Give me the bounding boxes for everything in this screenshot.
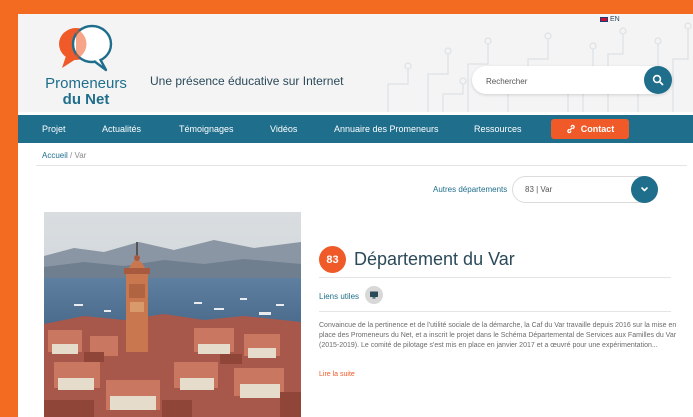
department-select[interactable]: 83 | Var [512, 176, 658, 203]
logo-text-line2: du Net [62, 91, 110, 108]
site-header: Promeneurs du Net Une présence éducative… [18, 14, 693, 112]
language-label: EN [610, 16, 620, 23]
title-divider [319, 277, 671, 278]
useful-links-label: Liens utiles [319, 292, 360, 301]
search-box [472, 66, 672, 94]
page-frame: Promeneurs du Net Une présence éducative… [18, 14, 693, 417]
uk-flag-icon [600, 17, 608, 22]
main-nav: Projet Actualités Témoignages Vidéos Ann… [18, 115, 693, 143]
read-more-link[interactable]: Lire la suite [319, 371, 355, 378]
department-select-value: 83 | Var [525, 185, 553, 194]
site-logo[interactable]: Promeneurs du Net [36, 22, 136, 108]
monitor-icon [370, 291, 378, 299]
department-select-toggle[interactable] [631, 176, 658, 203]
nav-item-projet[interactable]: Projet [42, 115, 66, 143]
breadcrumb-home[interactable]: Accueil [42, 151, 68, 160]
saint-tropez-photo [44, 212, 301, 417]
department-title: Département du Var [354, 249, 515, 269]
site-tagline: Une présence éducative sur Internet [150, 74, 344, 88]
contact-label: Contact [580, 124, 615, 134]
breadcrumb-divider [36, 165, 687, 166]
link-icon [566, 124, 575, 134]
language-switch[interactable]: EN [600, 16, 620, 23]
contact-button[interactable]: Contact [551, 119, 629, 139]
nav-item-videos[interactable]: Vidéos [270, 115, 297, 143]
nav-item-actualites[interactable]: Actualités [102, 115, 141, 143]
department-description: Convaincue de la pertinence et de l'util… [319, 322, 677, 350]
search-input[interactable] [484, 72, 638, 90]
department-number-badge: 83 [319, 246, 346, 273]
breadcrumb: Accueil / Var [42, 151, 86, 160]
nav-item-ressources[interactable]: Ressources [474, 115, 522, 143]
speech-bubbles-logo-icon [59, 24, 113, 72]
circuit-decoration [387, 22, 692, 112]
breadcrumb-current: Var [74, 151, 87, 160]
nav-item-annuaire[interactable]: Annuaire des Promeneurs [334, 115, 439, 143]
nav-item-temoignages[interactable]: Témoignages [179, 115, 234, 143]
breadcrumb-separator: / [70, 151, 73, 160]
chevron-down-icon [641, 187, 648, 192]
department-selector-label: Autres départements [433, 185, 508, 194]
search-icon [652, 74, 664, 86]
useful-link-button[interactable] [365, 286, 383, 304]
logo-text-line1: Promeneurs [45, 75, 127, 92]
links-divider [319, 311, 671, 312]
search-button[interactable] [644, 66, 672, 94]
